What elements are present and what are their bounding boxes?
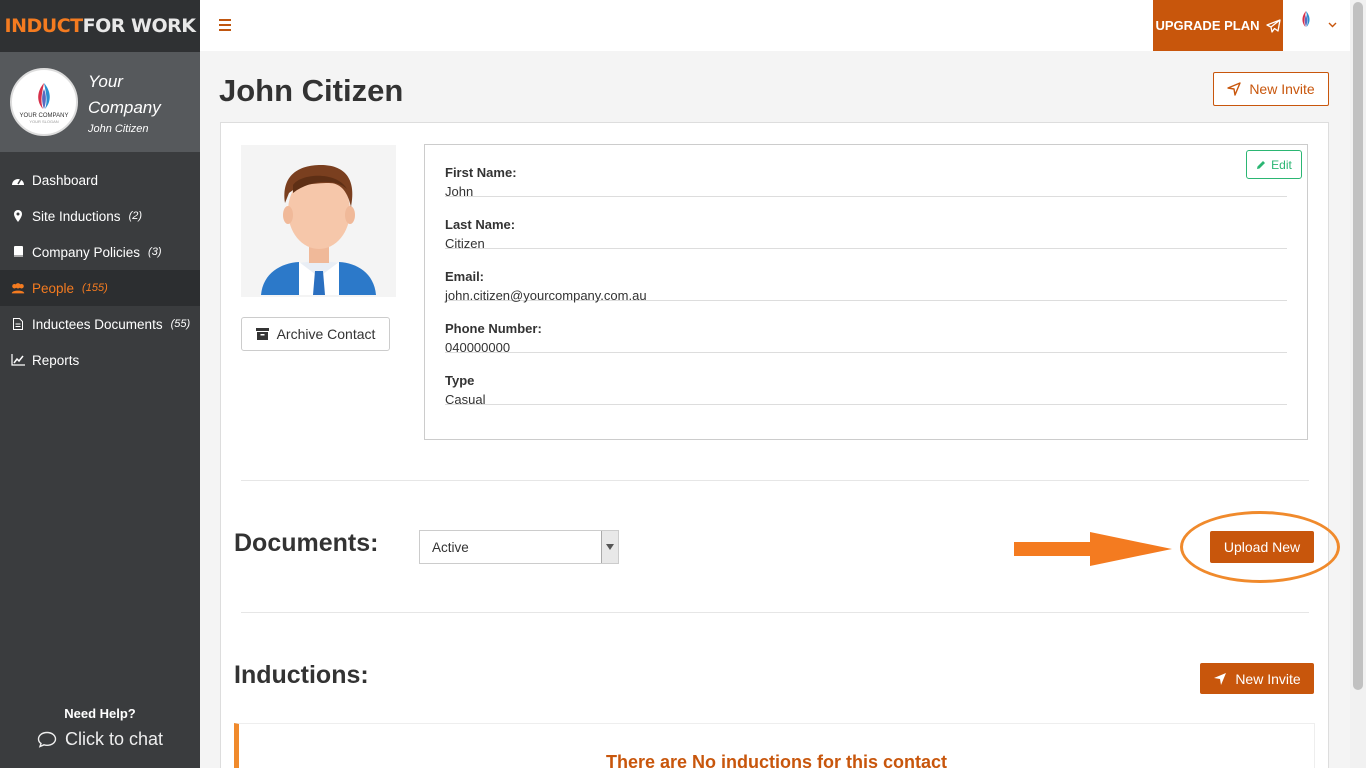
dashboard-icon [10, 174, 26, 186]
chevron-down-icon [601, 531, 618, 563]
chat-bubble-icon [37, 731, 57, 748]
sidebar-nav: Dashboard Site Inductions (2) Company Po… [0, 162, 200, 378]
field-label: Last Name: [445, 217, 516, 232]
upgrade-plan-label: UPGRADE PLAN [1155, 18, 1260, 33]
field-label: Phone Number: [445, 321, 542, 336]
company-user: John Citizen [88, 123, 149, 135]
sidebar-item-count: (155) [82, 282, 108, 294]
book-icon [10, 246, 26, 258]
user-menu[interactable] [1290, 8, 1337, 42]
profile-photo [241, 145, 396, 297]
chevron-down-icon [1328, 20, 1337, 31]
contact-card: Archive Contact Edit First Name: John La… [220, 122, 1340, 768]
field-label: First Name: [445, 165, 517, 180]
sidebar-item-inductees-documents[interactable]: Inductees Documents (55) [0, 306, 200, 342]
upgrade-plan-button[interactable]: UPGRADE PLAN [1153, 0, 1283, 51]
chat-link[interactable]: Click to chat [0, 729, 200, 750]
highlight-ellipse [1180, 511, 1340, 583]
menu-toggle-icon[interactable] [219, 19, 231, 31]
no-inductions-message: There are No inductions for this contact [605, 752, 948, 768]
sidebar-item-label: People [32, 280, 75, 296]
field-label: Email: [445, 269, 485, 284]
sidebar-item-company-policies[interactable]: Company Policies (3) [0, 234, 200, 270]
users-icon [10, 282, 26, 294]
sidebar-item-label: Company Policies [32, 244, 141, 260]
sidebar-item-reports[interactable]: Reports [0, 342, 200, 378]
document-icon [10, 318, 26, 330]
brand-logo[interactable]: INDUCTFOR WORK [0, 0, 200, 52]
chat-label: Click to chat [64, 729, 164, 749]
documents-title: Documents: [234, 529, 379, 557]
no-inductions-alert: There are No inductions for this contact [234, 723, 1315, 768]
company-flame-icon [38, 82, 50, 109]
section-divider [241, 612, 1309, 613]
chart-line-icon [10, 354, 26, 366]
location-arrow-icon [1227, 82, 1242, 96]
archive-contact-label: Archive Contact [276, 326, 376, 342]
archive-contact-button[interactable]: Archive Contact [241, 317, 390, 351]
inductions-new-invite-button[interactable]: New Invite [1200, 663, 1314, 694]
sidebar-item-dashboard[interactable]: Dashboard [0, 162, 200, 198]
company-mini-logo [1290, 8, 1322, 42]
arrow-right-icon [1014, 532, 1172, 566]
sidebar-item-label: Inductees Documents [32, 316, 163, 332]
company-avatar-sub: YOUR SLOGAN [29, 118, 59, 124]
map-marker-icon [10, 210, 26, 222]
sidebar: INDUCTFOR WORK YOUR COMPANY YOUR SLOGAN … [0, 0, 200, 768]
brand-part1: INDUCT [4, 15, 84, 37]
field-type: Type Casual [445, 353, 1287, 407]
help-title: Need Help? [64, 706, 136, 721]
location-arrow-icon [1214, 672, 1227, 685]
main-content: John Citizen New Invite Archive Contact [200, 51, 1350, 768]
field-first-name: First Name: John [445, 145, 1287, 199]
scrollbar-thumb[interactable] [1353, 2, 1363, 690]
page-scrollbar[interactable] [1350, 0, 1366, 768]
contact-details-panel: Edit First Name: John Last Name: Citizen… [424, 144, 1308, 440]
sidebar-item-count: (2) [128, 210, 143, 222]
inductions-new-invite-label: New Invite [1235, 670, 1301, 687]
sidebar-item-label: Site Inductions [32, 208, 121, 224]
field-value: Casual [445, 392, 486, 407]
page-title: John Citizen [219, 73, 404, 108]
new-invite-button[interactable]: New Invite [1213, 72, 1329, 106]
company-panel: YOUR COMPANY YOUR SLOGAN Your Company Jo… [0, 52, 200, 152]
brand-part2: FOR WORK [82, 15, 196, 37]
sidebar-item-site-inductions[interactable]: Site Inductions (2) [0, 198, 200, 234]
inductions-title: Inductions: [234, 661, 369, 689]
paper-plane-icon [1265, 18, 1281, 33]
archive-box-icon [255, 328, 269, 340]
field-label: Type [445, 373, 475, 388]
company-name: Your Company [88, 72, 161, 117]
company-logo-avatar: YOUR COMPANY YOUR SLOGAN [10, 68, 78, 136]
field-email: Email: john.citizen@yourcompany.com.au [445, 249, 1287, 303]
sidebar-item-count: (3) [148, 246, 162, 258]
sidebar-item-label: Reports [32, 352, 80, 368]
topbar: UPGRADE PLAN [200, 0, 1350, 51]
documents-status-select[interactable]: Active [419, 530, 619, 564]
sidebar-item-label: Dashboard [32, 172, 99, 188]
field-phone: Phone Number: 040000000 [445, 301, 1287, 355]
sidebar-item-people[interactable]: People (155) [0, 270, 200, 306]
select-value: Active [432, 539, 469, 555]
help-section: Need Help? Click to chat [0, 706, 200, 750]
field-last-name: Last Name: Citizen [445, 197, 1287, 251]
sidebar-item-count: (55) [170, 318, 191, 330]
new-invite-label: New Invite [1249, 81, 1315, 97]
section-divider [241, 480, 1309, 481]
